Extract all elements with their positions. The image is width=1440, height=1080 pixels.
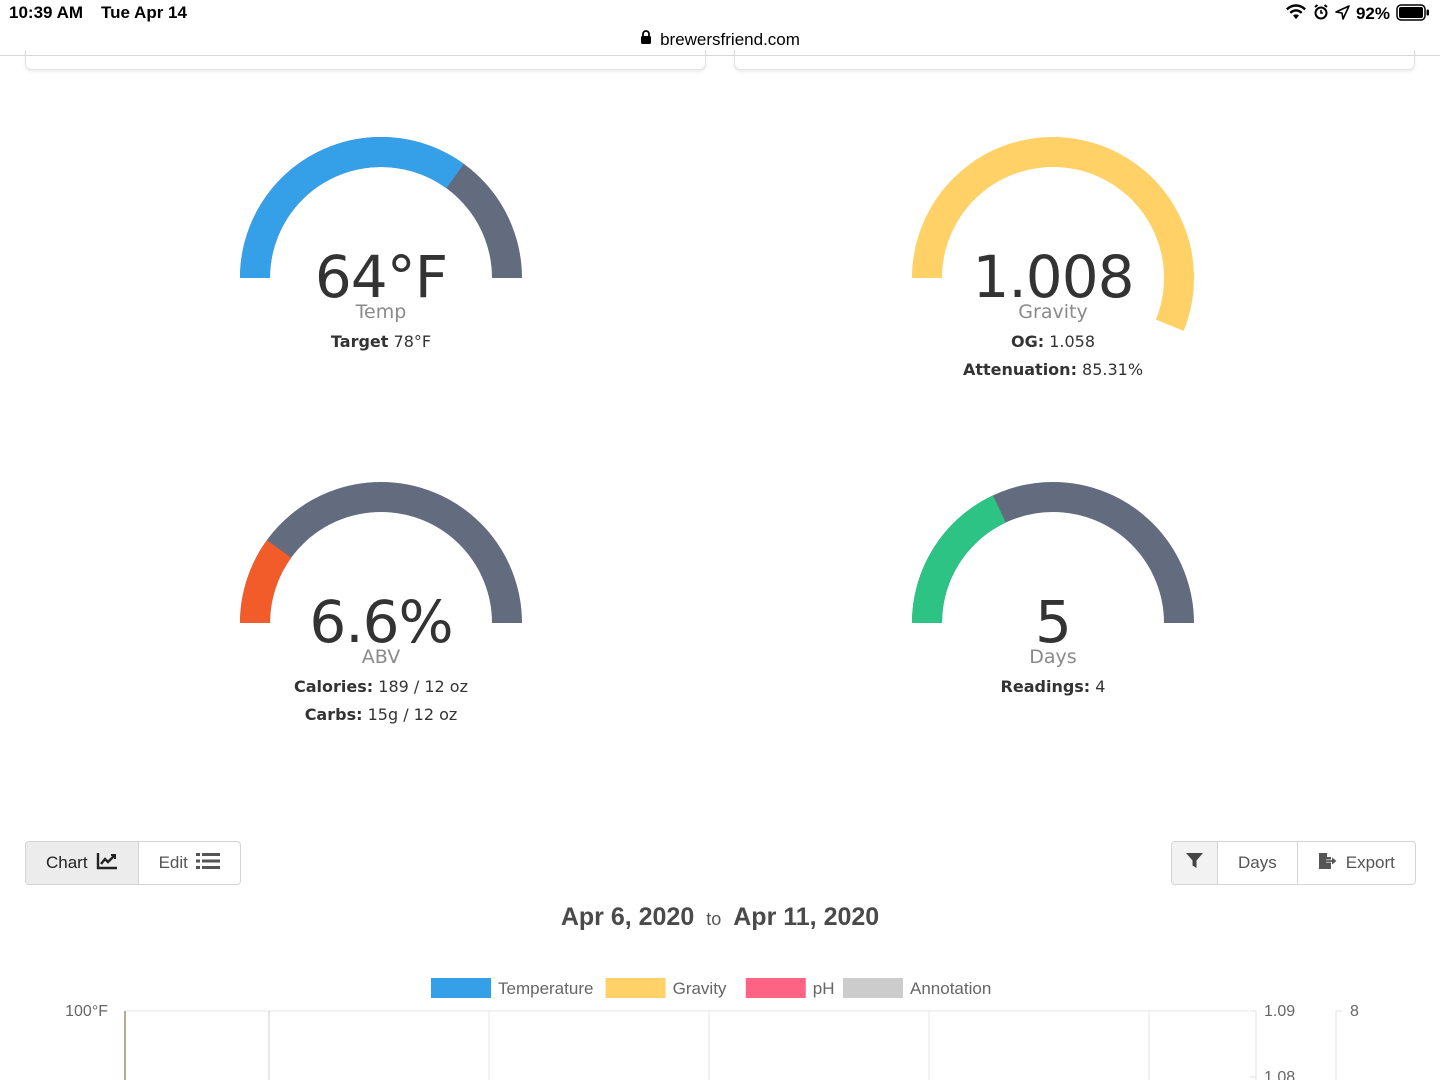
abv-carbs: Carbs: 15g / 12 oz bbox=[304, 705, 458, 724]
chart-canvas: Temperature Gravity pH Annotation 100°F 1.09 1… bbox=[65, 978, 1359, 1080]
fermentation-chart: Temperature Gravity pH Annotation 100°F 1.09 1… bbox=[0, 970, 1440, 1080]
days-button[interactable]: Days bbox=[1218, 842, 1298, 884]
legend-label-ph[interactable]: pH bbox=[813, 979, 835, 998]
wifi-icon bbox=[1285, 4, 1307, 24]
battery-percent: 92% bbox=[1355, 4, 1390, 23]
abv-gauge: 6.6% ABV Calories: 189 / 12 oz Carbs: 15… bbox=[231, 473, 531, 743]
card-bottom-right bbox=[734, 50, 1415, 70]
temp-target: Target 78°F bbox=[330, 332, 432, 351]
legend-swatch-ph[interactable] bbox=[745, 978, 806, 998]
gravity-gauge: 1.008 Gravity OG: 1.058 Attenuation: 85.… bbox=[903, 128, 1203, 398]
legend-swatch-gravity[interactable] bbox=[605, 978, 666, 998]
status-date: Tue Apr 14 bbox=[101, 3, 187, 22]
export-icon bbox=[1318, 852, 1338, 875]
gravity-attenuation: Attenuation: 85.31% bbox=[962, 360, 1144, 379]
abv-label: ABV bbox=[361, 646, 401, 668]
status-time: 10:39 AM bbox=[9, 3, 84, 22]
y-axis-right2-tick: 8 bbox=[1350, 1003, 1359, 1020]
gravity-og: OG: 1.058 bbox=[1010, 332, 1096, 351]
days-label: Days bbox=[1029, 646, 1077, 668]
temp-label: Temp bbox=[355, 301, 407, 323]
url-text: brewersfriend.com bbox=[660, 29, 800, 49]
date-range: Apr 6, 2020 to Apr 11, 2020 bbox=[0, 903, 1440, 932]
date-separator: to bbox=[706, 909, 722, 929]
legend-swatch-annotation[interactable] bbox=[843, 978, 903, 998]
line-chart-icon bbox=[96, 852, 118, 875]
abv-calories: Calories: 189 / 12 oz bbox=[294, 677, 468, 696]
chart-options-group: Days Export bbox=[1171, 841, 1416, 885]
battery-icon bbox=[1396, 3, 1430, 25]
y-axis-right-tick: 1.08 bbox=[1264, 1069, 1295, 1080]
view-toggle-group: Chart Edit bbox=[25, 841, 241, 885]
date-end: Apr 11, 2020 bbox=[733, 903, 880, 931]
location-arrow-icon bbox=[1335, 4, 1350, 24]
card-bottom-left bbox=[25, 50, 706, 70]
days-gauge: 5 Days Readings: 4 bbox=[903, 473, 1203, 713]
legend-swatch-temperature[interactable] bbox=[431, 978, 491, 998]
temp-gauge: 64°F Temp Target 78°F bbox=[231, 128, 531, 368]
y-axis-right-tick: 1.09 bbox=[1264, 1003, 1295, 1020]
edit-button[interactable]: Edit bbox=[139, 842, 240, 884]
chart-button[interactable]: Chart bbox=[26, 842, 139, 884]
gravity-label: Gravity bbox=[1018, 301, 1088, 323]
filter-button[interactable] bbox=[1172, 842, 1218, 884]
filter-icon bbox=[1186, 852, 1203, 874]
date-start: Apr 6, 2020 bbox=[560, 903, 695, 931]
lock-icon bbox=[640, 30, 652, 49]
legend-label-gravity[interactable]: Gravity bbox=[673, 979, 727, 998]
y-axis-left-tick: 100°F bbox=[65, 1003, 108, 1020]
status-indicators: 92% bbox=[1285, 3, 1430, 25]
export-button[interactable]: Export bbox=[1298, 842, 1415, 884]
days-readings: Readings: 4 bbox=[1000, 677, 1106, 696]
legend-label-annotation[interactable]: Annotation bbox=[910, 979, 991, 998]
legend-label-temperature[interactable]: Temperature bbox=[498, 979, 593, 998]
alarm-icon bbox=[1313, 4, 1329, 24]
list-icon bbox=[195, 852, 220, 875]
